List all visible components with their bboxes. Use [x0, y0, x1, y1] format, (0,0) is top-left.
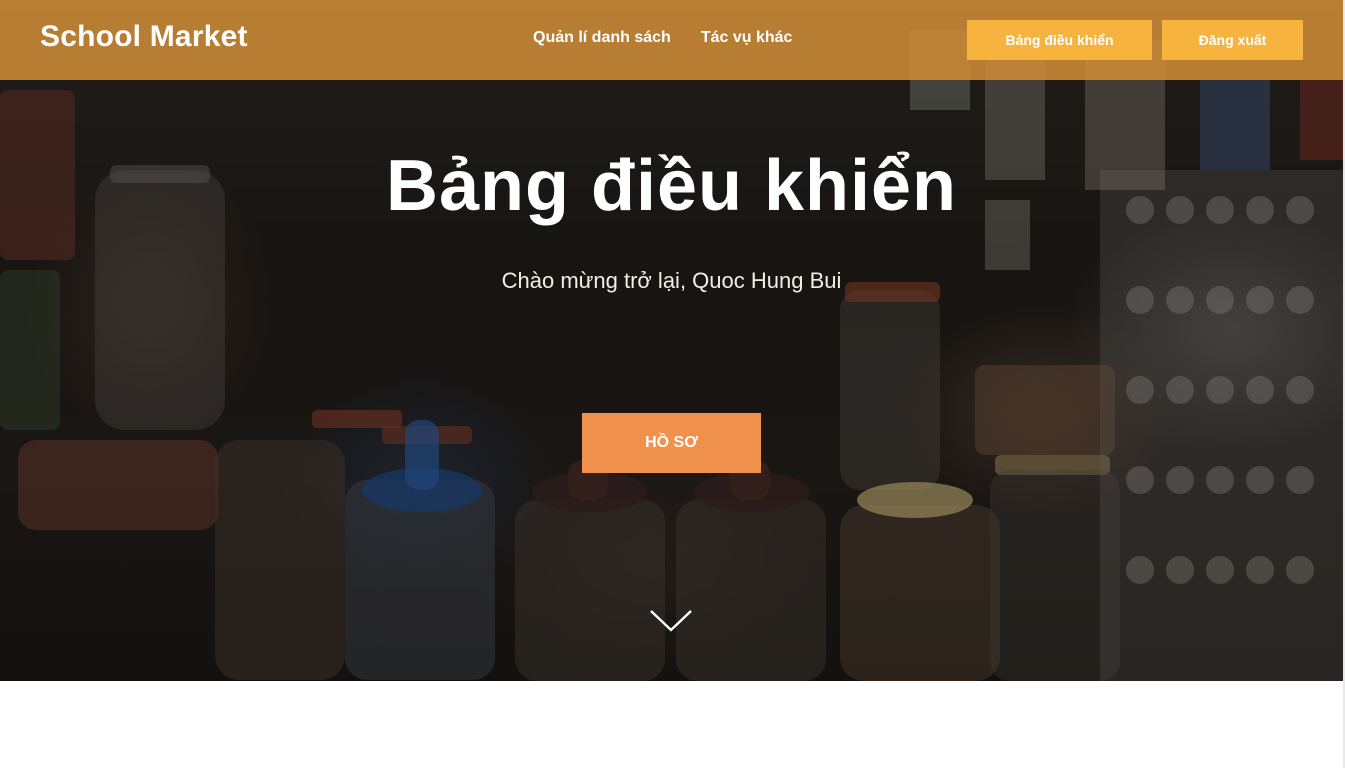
navbar: School Market Quản lí danh sách Tác vụ k… — [0, 0, 1343, 80]
page-title: Bảng điều khiển — [385, 146, 958, 226]
hero-overlay — [0, 0, 1343, 681]
welcome-message: Chào mừng trở lại, Quoc Hung Bui — [501, 268, 842, 293]
hero-section: Bảng điều khiển Chào mừng trở lại, Quoc … — [0, 0, 1343, 681]
nav-link-other-tasks[interactable]: Tác vụ khác — [701, 29, 793, 47]
nav-link-list-management[interactable]: Quản lí danh sách — [533, 29, 671, 47]
content-area — [0, 681, 1343, 768]
nav-links: Quản lí danh sách Tác vụ khác — [533, 29, 792, 47]
chevron-down-icon[interactable] — [649, 608, 693, 634]
page: Bảng điều khiển Chào mừng trở lại, Quoc … — [0, 0, 1345, 768]
dashboard-button[interactable]: Bảng điều khiển — [967, 20, 1152, 60]
brand-logo[interactable]: School Market — [40, 20, 248, 54]
profile-button[interactable]: HỒ SƠ — [582, 413, 761, 473]
logout-button[interactable]: Đăng xuất — [1162, 20, 1303, 60]
